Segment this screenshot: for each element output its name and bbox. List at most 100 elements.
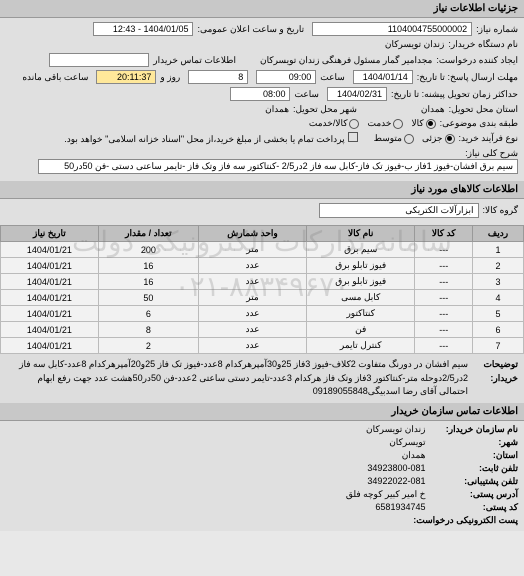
table-row: 6---فنعدد81404/01/21 <box>1 322 524 338</box>
requester-value: مجدامیر گمار مسئول فرهنگی زندان تویسرکان <box>260 55 432 66</box>
label-time-1: ساعت <box>320 72 345 83</box>
table-cell: 2 <box>98 338 198 354</box>
table-cell: --- <box>415 242 473 258</box>
buyer-name-value: زندان تویسرکان <box>385 39 444 50</box>
label-email: پست الکترونیکی درخواست: <box>413 515 518 526</box>
delivery-date-field: 1404/02/31 <box>327 87 387 101</box>
label-remaining: ساعت باقی مانده <box>22 72 88 83</box>
label-need-desc: شرح کلی نیاز: <box>465 148 518 159</box>
radio-goods[interactable]: ● کالاکالا <box>411 118 435 129</box>
table-row: 4---کابل مسیمتر501404/01/21 <box>1 290 524 306</box>
table-cell: --- <box>415 290 473 306</box>
table-cell: 1404/01/21 <box>1 242 99 258</box>
table-cell: 1404/01/21 <box>1 338 99 354</box>
delivery-state-value: همدان <box>421 104 445 115</box>
label-phone-backup: تلفن پشتیبانی: <box>428 476 518 487</box>
label-delivery-deadline: حداکثر زمان تحویل پیشنه: تا تاریخ: <box>391 89 518 100</box>
table-cell: عدد <box>199 322 307 338</box>
table-cell: --- <box>415 322 473 338</box>
label-packaging: طبقه بندی موضوعی: <box>440 118 518 129</box>
table-cell: 2 <box>473 258 524 274</box>
response-time-field: 09:00 <box>256 70 316 84</box>
th-unit: واحد شمارش <box>199 226 307 242</box>
table-cell: --- <box>415 306 473 322</box>
need-info-form: شماره نیاز: 1104004755000002 تاریخ و ساع… <box>0 18 524 181</box>
city-value: تویسرکان <box>389 437 425 447</box>
label-response-deadline: مهلت ارسال پاسخ: تا تاریخ: <box>417 72 518 83</box>
goods-group-field: ابزارآلات الکتریکی <box>319 203 479 218</box>
table-cell: فن <box>306 322 415 338</box>
th-name: نام کالا <box>306 226 415 242</box>
need-desc-field: سیم برق افشان-فیوز 1فاز ب-فیوز تک فاز-کا… <box>38 159 518 174</box>
label-contact-info: اطلاعات تماس خریدار <box>153 55 236 66</box>
table-cell: --- <box>415 338 473 354</box>
table-cell: عدد <box>199 338 307 354</box>
th-qty: تعداد / مقدار <box>98 226 198 242</box>
table-cell: کنترل تایمر <box>306 338 415 354</box>
label-city: شهر: <box>428 437 518 448</box>
table-header-row: ردیف کد کالا نام کالا واحد شمارش تعداد /… <box>1 226 524 242</box>
table-cell: 50 <box>98 290 198 306</box>
table-cell: 1 <box>473 242 524 258</box>
contact-info-field <box>49 53 149 67</box>
th-date: تاریخ نیاز <box>1 226 99 242</box>
section-goods-info: اطلاعات کالاهای مورد نیاز <box>0 181 524 199</box>
category-radio-group: ● کالاکالا خدمت کالا/خدمت <box>309 118 436 129</box>
table-cell: 1404/01/21 <box>1 306 99 322</box>
org-name-value: زندان تویسرکان <box>366 424 425 434</box>
radio-service[interactable]: خدمت <box>367 118 403 129</box>
label-state: استان: <box>428 450 518 461</box>
label-buyer-name: نام دستگاه خریدار: <box>448 39 518 50</box>
table-cell: 1404/01/21 <box>1 290 99 306</box>
table-cell: 16 <box>98 274 198 290</box>
treasury-check[interactable]: پرداخت تمام یا بخشی از مبلغ خرید،از محل … <box>60 132 357 145</box>
table-cell: 8 <box>98 322 198 338</box>
table-cell: 6 <box>473 322 524 338</box>
table-cell: 5 <box>473 306 524 322</box>
countdown-field: 20:11:37 <box>96 70 156 84</box>
table-cell: متر <box>199 242 307 258</box>
label-org-name: نام سازمان خریدار: <box>428 424 518 435</box>
label-postal-code: کد پستی: <box>428 502 518 513</box>
label-delivery-state: استان محل تحویل: <box>449 104 518 115</box>
table-cell: فیوز تابلو برق <box>306 274 415 290</box>
table-cell: فیوز تابلو برق <box>306 258 415 274</box>
section-need-info: جزئیات اطلاعات نیاز <box>0 0 524 18</box>
label-day-and: روز و <box>160 72 180 83</box>
table-cell: 1404/01/21 <box>1 274 99 290</box>
table-row: 7---کنترل تایمرعدد21404/01/21 <box>1 338 524 354</box>
phone-backup-value: 34922022-081 <box>367 476 425 486</box>
delivery-city-value: همدان <box>265 104 289 115</box>
table-cell: عدد <box>199 274 307 290</box>
radio-both[interactable]: کالا/خدمت <box>309 118 360 129</box>
table-cell: --- <box>415 274 473 290</box>
table-cell: 1404/01/21 <box>1 258 99 274</box>
label-goods-group: گروه کالا: <box>483 205 518 216</box>
table-row: 5---کنتاکتورعدد61404/01/21 <box>1 306 524 322</box>
radio-partial[interactable]: جزئی <box>422 133 455 144</box>
table-cell: کابل مسی <box>306 290 415 306</box>
state-value: همدان <box>402 450 426 460</box>
announce-date-field: 1404/01/05 - 12:43 <box>93 22 193 36</box>
delivery-time-field: 08:00 <box>230 87 290 101</box>
table-cell: 6 <box>98 306 198 322</box>
table-cell: متر <box>199 290 307 306</box>
table-row: 2---فیوز تابلو برقعدد161404/01/21 <box>1 258 524 274</box>
section-buyer-contact: اطلاعات تماس سازمان خریدار <box>0 403 524 421</box>
response-date-field: 1404/01/14 <box>353 70 413 84</box>
days-left-field: 8 <box>188 70 248 84</box>
label-phone: تلفن ثابت: <box>428 463 518 474</box>
table-cell: 16 <box>98 258 198 274</box>
table-row: 1---سیم برقمتر2001404/01/21 <box>1 242 524 258</box>
label-description: توضیحات خریدار: <box>468 358 518 399</box>
table-cell: 1404/01/21 <box>1 322 99 338</box>
table-cell: 7 <box>473 338 524 354</box>
table-cell: 3 <box>473 274 524 290</box>
label-time-2: ساعت <box>294 89 319 100</box>
table-cell: --- <box>415 258 473 274</box>
label-requester: ایجاد کننده درخواست: <box>436 55 518 66</box>
goods-table: ردیف کد کالا نام کالا واحد شمارش تعداد /… <box>0 225 524 354</box>
table-cell: عدد <box>199 258 307 274</box>
contact-info-block: نام سازمان خریدار: زندان تویسرکان شهر: ت… <box>0 421 524 531</box>
radio-medium[interactable]: متوسط <box>374 133 414 144</box>
